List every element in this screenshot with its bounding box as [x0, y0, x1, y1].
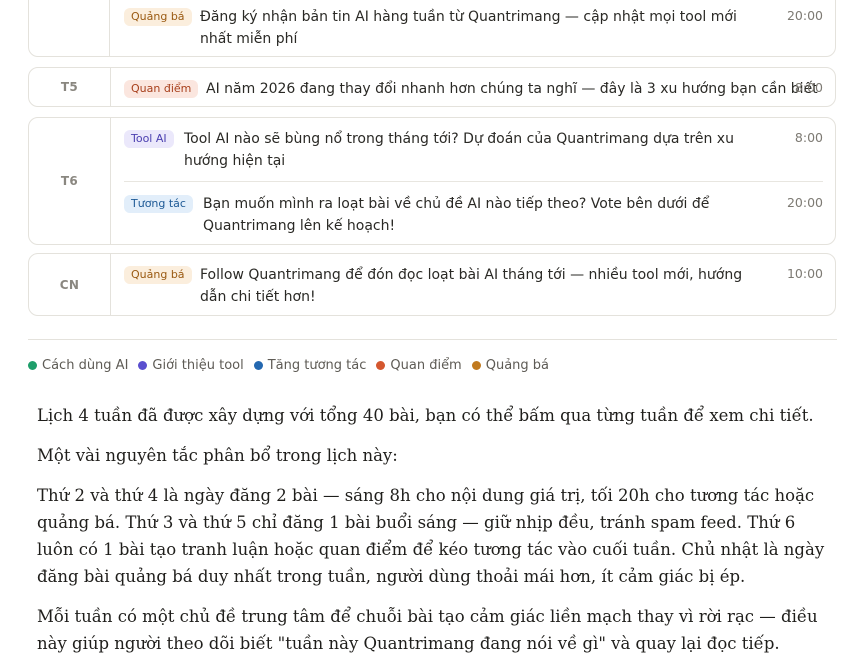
post-text: Đăng ký nhận bản tin AI hàng tuần từ Qua…: [200, 9, 737, 47]
legend-item-tool-intro: Giới thiệu tool: [138, 358, 244, 373]
day-label: CN: [29, 254, 111, 315]
legend-label: Giới thiệu tool: [152, 358, 244, 373]
legend-dot: [28, 361, 37, 370]
legend-item-ai-usage: Cách dùng AI: [28, 358, 128, 373]
post-time: 8:00: [794, 80, 823, 95]
post-text: Tool AI nào sẽ bùng nổ trong tháng tới? …: [184, 131, 734, 169]
post-item[interactable]: Quảng bá Đăng ký nhận bản tin AI hàng tu…: [124, 8, 823, 56]
post-item[interactable]: Tương tác Bạn muốn mình ra loạt bài về c…: [124, 195, 823, 243]
day-card-t4[interactable]: T4 Quảng bá Đăng ký nhận bản tin AI hàng…: [28, 0, 836, 57]
paragraph: Một vài nguyên tắc phân bổ trong lịch nà…: [37, 446, 398, 465]
post-item[interactable]: Quan điểm AI năm 2026 đang thay đổi nhan…: [124, 80, 823, 102]
post-text: AI năm 2026 đang thay đổi nhanh hơn chún…: [206, 81, 818, 97]
paragraph: Mỗi tuần có một chủ đề trung tâm để chuỗ…: [37, 607, 818, 653]
legend-item-promo: Quảng bá: [471, 358, 550, 373]
post-text: Follow Quantrimang để đón đọc loạt bài A…: [200, 267, 743, 305]
paragraph: Lịch 4 tuần đã được xây dựng với tổng 40…: [37, 406, 814, 425]
section-divider: [28, 339, 837, 340]
legend-label: Tăng tương tác: [267, 358, 367, 373]
legend-dot: [138, 361, 148, 370]
category-badge: Tool AI: [124, 130, 174, 148]
legend-label: Cách dùng AI: [42, 358, 129, 373]
day-label: T5: [29, 68, 111, 106]
post-divider: [124, 181, 823, 182]
legend-label: Quảng bá: [485, 358, 550, 373]
post-item[interactable]: Quảng bá Follow Quantrimang để đón đọc l…: [124, 266, 823, 314]
post-time: 8:00: [794, 130, 823, 145]
post-time: 10:00: [786, 266, 823, 281]
day-label: T6: [29, 118, 111, 244]
legend-item-opinion: Quan điểm: [376, 358, 462, 373]
day-card-t5[interactable]: T5 Quan điểm AI năm 2026 đang thay đổi n…: [28, 67, 836, 107]
post-text: Bạn muốn mình ra loạt bài về chủ đề AI n…: [203, 196, 710, 234]
category-legend: Cách dùng AI Giới thiệu tool Tăng tương …: [28, 358, 549, 373]
legend-dot: [376, 361, 386, 370]
post-item[interactable]: Tool AI Tool AI nào sẽ bùng nổ trong thá…: [124, 130, 823, 178]
day-card-cn[interactable]: CN Quảng bá Follow Quantrimang để đón đọ…: [28, 253, 836, 316]
day-label: T4: [29, 0, 110, 56]
post-time: 20:00: [786, 8, 823, 23]
post-time: 20:00: [786, 195, 823, 210]
category-badge: Quảng bá: [124, 266, 192, 284]
category-badge: Quảng bá: [124, 8, 192, 26]
day-card-t6[interactable]: T6 Tool AI Tool AI nào sẽ bùng nổ trong …: [28, 117, 836, 245]
legend-dot: [471, 361, 481, 370]
response-text: Lịch 4 tuần đã được xây dựng với tổng 40…: [37, 402, 827, 670]
legend-dot: [253, 361, 263, 370]
category-badge: Tương tác: [124, 195, 193, 213]
legend-item-engagement: Tăng tương tác: [253, 358, 367, 373]
category-badge: Quan điểm: [124, 80, 199, 98]
legend-label: Quan điểm: [390, 358, 462, 373]
paragraph: Thứ 2 và thứ 4 là ngày đăng 2 bài — sáng…: [37, 486, 825, 586]
